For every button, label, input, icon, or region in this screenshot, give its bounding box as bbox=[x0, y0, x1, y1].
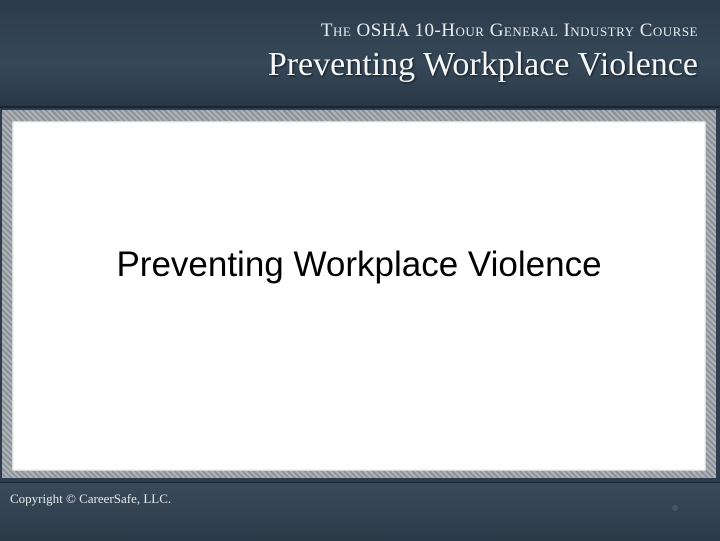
slide-header: The OSHA 10-Hour General Industry Course… bbox=[0, 0, 720, 108]
content-panel: Preventing Workplace Violence bbox=[12, 121, 706, 471]
course-name: The OSHA 10-Hour General Industry Course bbox=[320, 20, 698, 41]
slide-title: Preventing Workplace Violence bbox=[116, 245, 602, 284]
slide-footer: Copyright © CareerSafe, LLC. bbox=[0, 482, 720, 541]
slide: The OSHA 10-Hour General Industry Course… bbox=[0, 0, 720, 541]
page-marker-icon bbox=[672, 505, 678, 511]
copyright-text: Copyright © CareerSafe, LLC. bbox=[10, 491, 172, 506]
header-title: Preventing Workplace Violence bbox=[267, 46, 698, 83]
